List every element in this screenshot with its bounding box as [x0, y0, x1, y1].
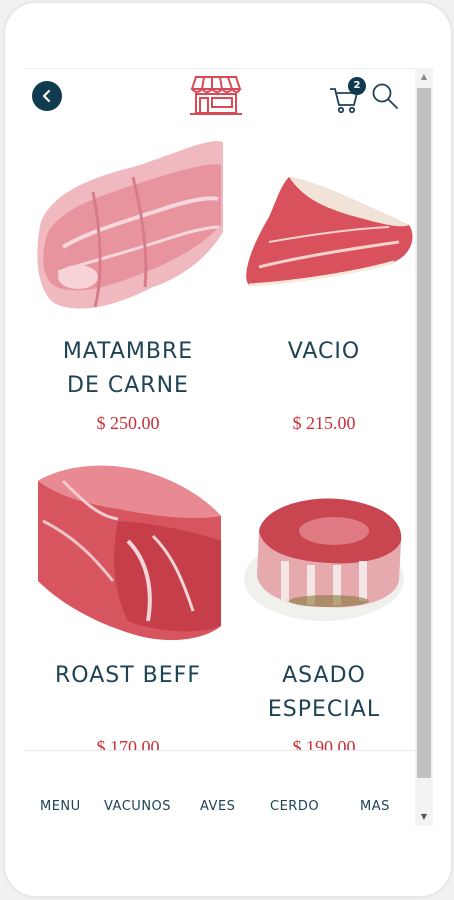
nav-item-aves[interactable]: AVES	[200, 799, 235, 814]
back-button[interactable]	[32, 81, 62, 111]
nav-item-vacunos[interactable]: VACUNOS	[104, 799, 171, 814]
product-image	[244, 498, 404, 621]
product-price: $ 250.00	[96, 413, 160, 433]
product-name-line2: DE CARNE	[67, 373, 189, 398]
chevron-left-icon	[42, 89, 51, 103]
product-card[interactable]: VACIO $ 215.00	[229, 137, 415, 447]
nav-item-menu[interactable]: MENU	[40, 799, 81, 814]
scroll-up-arrow-icon[interactable]: ▲	[415, 68, 433, 86]
product-name: ASADO	[282, 663, 366, 688]
cart-button[interactable]: 2	[329, 77, 366, 115]
search-button[interactable]	[370, 81, 400, 111]
nav-item-cerdo[interactable]: CERDO	[270, 799, 319, 814]
scroll-thumb[interactable]	[417, 88, 431, 778]
storefront-icon	[186, 71, 246, 119]
cart-count-badge: 2	[348, 77, 366, 95]
product-name: MATAMBRE	[62, 339, 194, 364]
product-image	[246, 177, 413, 287]
nav-item-mas[interactable]: MAS	[360, 799, 390, 814]
search-icon	[372, 83, 398, 109]
product-card[interactable]: MATAMBRE DE CARNE $ 250.00	[33, 137, 223, 447]
scrollbar[interactable]: ▲ ▼	[415, 68, 433, 826]
bottom-nav: MENU VACUNOS AVES CERDO MAS	[24, 750, 415, 827]
product-card[interactable]: ASADO ESPECIAL $ 190.00	[229, 461, 415, 771]
scroll-down-arrow-icon[interactable]: ▼	[415, 808, 433, 826]
product-name: ROAST BEFF	[55, 663, 201, 688]
product-image	[37, 141, 223, 309]
product-name-line2: ESPECIAL	[267, 697, 381, 722]
app-screen: 2 MATAMBRE DE CARNE $ 250.00 VACIO $ 215…	[24, 68, 415, 827]
product-card[interactable]: ROAST BEFF $ 170.00	[33, 461, 223, 771]
product-image	[38, 465, 221, 641]
product-name: VACIO	[287, 339, 361, 364]
product-price: $ 215.00	[292, 413, 356, 433]
